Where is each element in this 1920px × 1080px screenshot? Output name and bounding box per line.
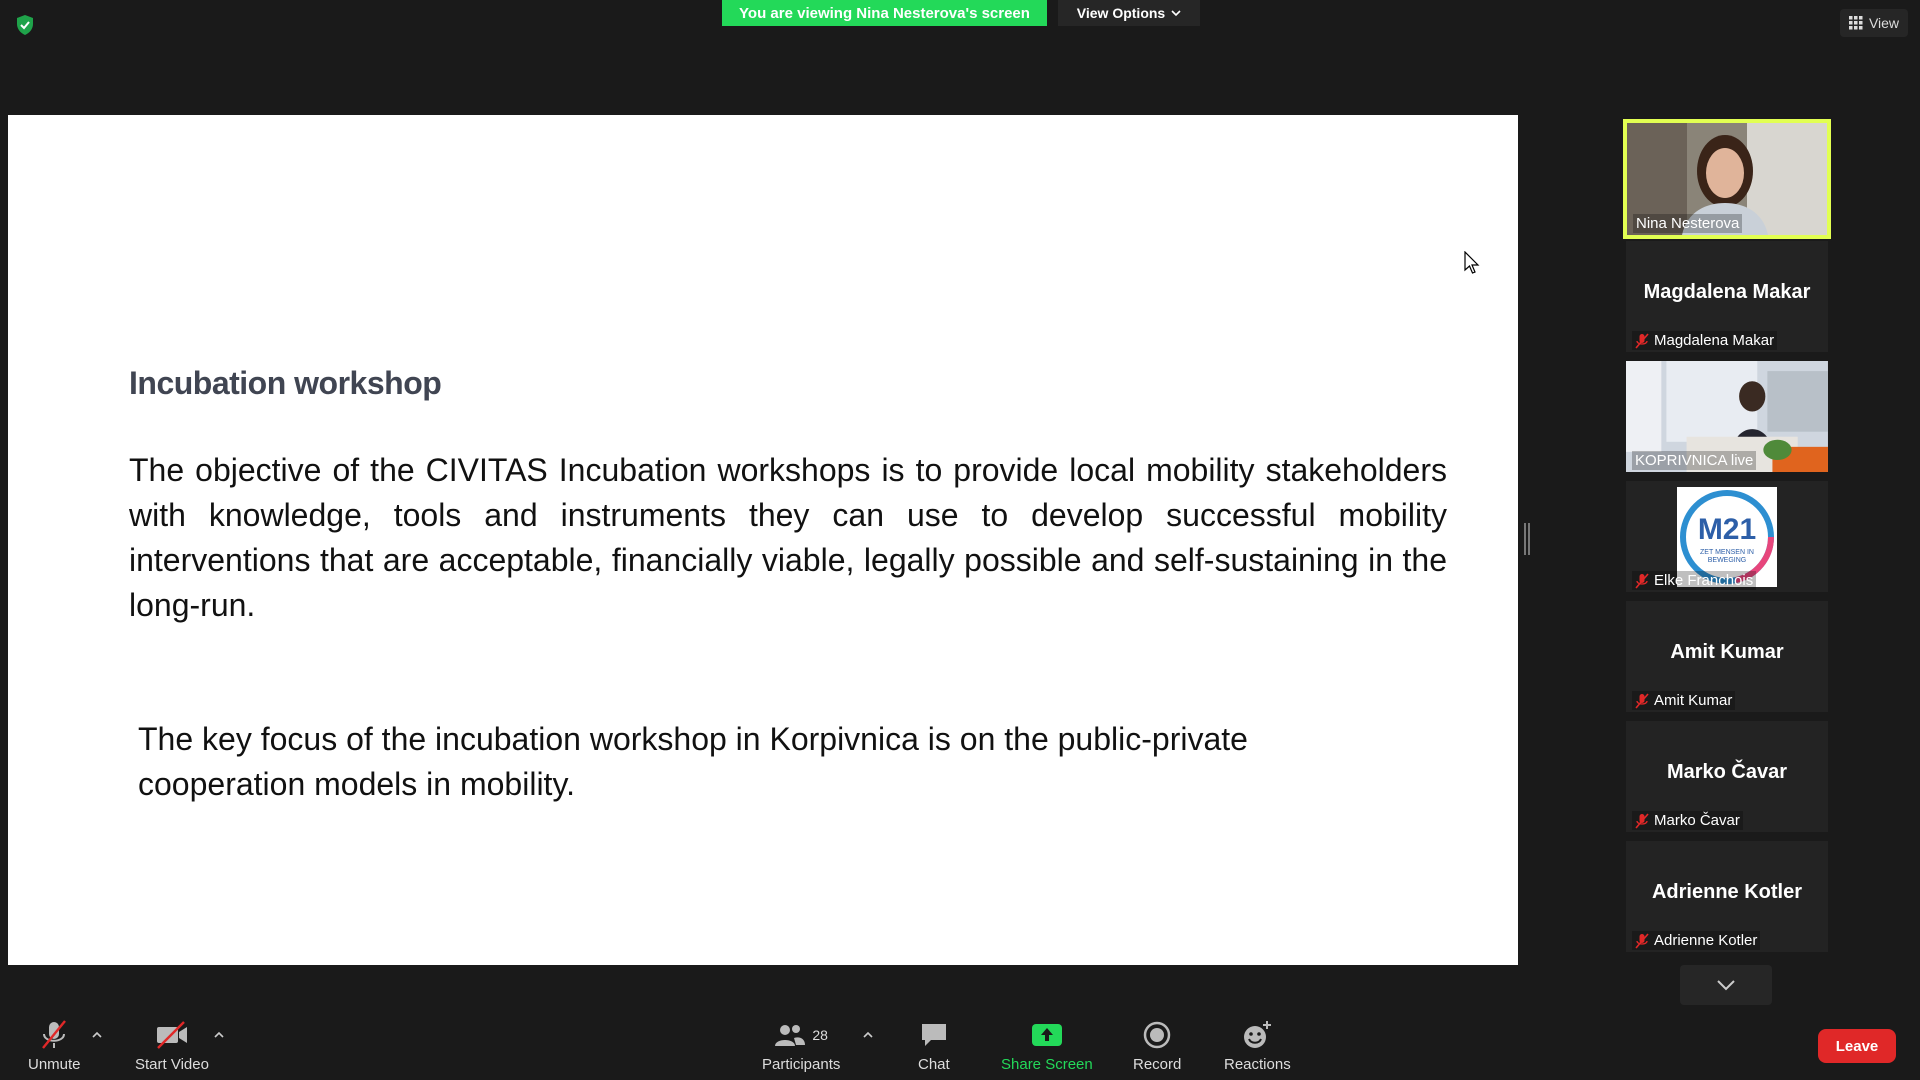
video-off-icon — [156, 1021, 187, 1049]
participants-icon — [775, 1025, 806, 1046]
participant-display-name: Magdalena Makar — [1643, 281, 1811, 303]
record-label: Record — [1133, 1056, 1182, 1073]
mic-muted-icon — [1635, 932, 1649, 949]
start-video-label: Start Video — [135, 1056, 209, 1073]
video-tile-amit-kumar[interactable]: Amit Kumar Amit Kumar — [1626, 601, 1828, 712]
viewing-screen-banner: You are viewing Nina Nesterova's screen — [722, 0, 1047, 26]
chevron-down-icon — [1717, 980, 1735, 991]
video-tile-adrienne-kotler[interactable]: Adrienne Kotler Adrienne Kotler — [1626, 841, 1828, 952]
reactions-button[interactable]: Reactions — [1224, 1018, 1291, 1073]
participant-name-label: Magdalena Makar — [1632, 331, 1778, 350]
chat-button[interactable]: Chat — [918, 1018, 950, 1073]
participant-name-label: Amit Kumar — [1632, 691, 1736, 710]
participant-display-name: Amit Kumar — [1670, 641, 1784, 663]
start-video-button[interactable]: Start Video — [135, 1018, 209, 1073]
reactions-smiley-icon — [1244, 1021, 1272, 1048]
slide-paragraph-focus: The key focus of the incubation workshop… — [138, 721, 1248, 802]
unmute-label: Unmute — [28, 1056, 81, 1073]
chat-bubble-icon — [921, 1024, 946, 1046]
reactions-label: Reactions — [1224, 1056, 1291, 1073]
view-label: View — [1868, 15, 1900, 31]
video-tile-elke-franchois[interactable]: M21 ZET MENSEN IN BEWEGING Elke Franchoi… — [1626, 481, 1828, 592]
participants-label: Participants — [762, 1056, 841, 1073]
view-layout-button[interactable]: View — [1840, 9, 1908, 37]
unmute-button[interactable]: Unmute — [28, 1018, 81, 1073]
share-screen-label: Share Screen — [1001, 1056, 1093, 1073]
grid-icon — [1848, 16, 1863, 30]
slide-paragraph-objective: The objective of the CIVITAS Incubation … — [129, 452, 1447, 623]
participant-name-label: Nina Nesterova — [1633, 214, 1743, 233]
view-options-label: View Options — [1076, 5, 1166, 21]
mic-muted-icon — [1635, 812, 1649, 829]
mic-muted-icon — [1635, 332, 1649, 349]
mic-muted-icon — [1635, 572, 1649, 589]
video-options-caret-icon[interactable] — [213, 1030, 225, 1040]
security-shield-icon[interactable] — [14, 14, 36, 36]
share-screen-button[interactable]: Share Screen — [1001, 1018, 1093, 1073]
mic-muted-icon — [1635, 692, 1649, 709]
shared-screen: Incubation workshop The objective of the… — [8, 115, 1518, 965]
participant-display-name: Marko Čavar — [1666, 761, 1788, 783]
panel-resize-handle[interactable] — [1524, 523, 1530, 555]
logo-subtext: ZET MENSEN IN BEWEGING — [1700, 549, 1754, 564]
leave-meeting-button[interactable]: Leave — [1818, 1029, 1896, 1063]
view-options-button[interactable]: View Options — [1058, 0, 1200, 26]
video-tile-nina-nesterova[interactable]: Nina Nesterova — [1623, 119, 1831, 239]
record-icon — [1143, 1021, 1171, 1049]
logo-text: M21 — [1697, 513, 1757, 546]
participant-count-badge: 28 — [812, 1027, 828, 1043]
video-tile-marko-cavar[interactable]: Marko Čavar Marko Čavar — [1626, 721, 1828, 832]
video-tile-magdalena-makar[interactable]: Magdalena Makar Magdalena Makar — [1626, 241, 1828, 352]
slide-title: Incubation workshop — [129, 365, 442, 401]
gallery-scroll-down-button[interactable] — [1680, 965, 1772, 1005]
participants-button[interactable]: 28 Participants — [762, 1018, 840, 1073]
participants-options-caret-icon[interactable] — [862, 1030, 874, 1040]
mouse-cursor-icon — [1464, 251, 1480, 274]
participant-display-name: Adrienne Kotler — [1651, 881, 1803, 903]
participant-name-label: Marko Čavar — [1632, 811, 1743, 830]
share-screen-arrow-icon — [1031, 1024, 1062, 1046]
audio-options-caret-icon[interactable] — [91, 1030, 103, 1040]
video-tile-koprivnica-live[interactable]: KOPRIVNICA live — [1626, 361, 1828, 472]
participant-name-label: Adrienne Kotler — [1632, 931, 1761, 950]
participant-name-label: Elke Franchois — [1632, 571, 1757, 590]
meeting-toolbar: Unmute Start Video 28 Participants Chat … — [0, 1010, 1920, 1080]
record-button[interactable]: Record — [1133, 1018, 1181, 1073]
mic-muted-icon — [42, 1020, 67, 1049]
chat-label: Chat — [918, 1056, 950, 1073]
participant-name-label: KOPRIVNICA live — [1632, 451, 1757, 470]
chevron-down-icon — [1171, 10, 1181, 17]
